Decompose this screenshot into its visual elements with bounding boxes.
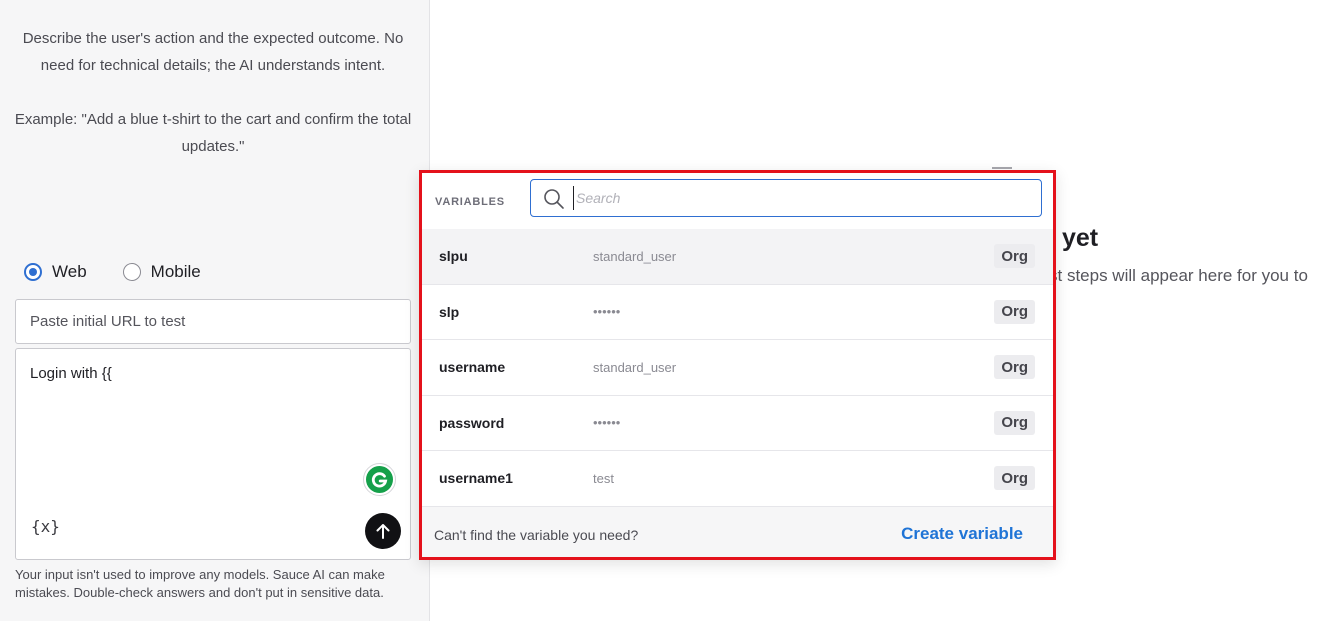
variable-search-input[interactable] xyxy=(573,186,1033,210)
variable-row-username1[interactable]: username1 test Org xyxy=(422,451,1053,507)
variables-list: slpu standard_user Org slp •••••• Org us… xyxy=(422,229,1053,507)
grammarly-icon[interactable] xyxy=(363,463,396,496)
variable-row-username[interactable]: username standard_user Org xyxy=(422,340,1053,396)
footer-hint: Can't find the variable you need? xyxy=(434,527,639,543)
left-panel: Describe the user's action and the expec… xyxy=(0,0,430,621)
variable-value: test xyxy=(593,470,614,486)
send-button[interactable] xyxy=(365,513,401,549)
radio-mobile[interactable] xyxy=(122,263,141,281)
platform-label-mobile: Mobile xyxy=(150,262,201,281)
platform-option-mobile[interactable]: Mobile xyxy=(122,262,201,282)
intro-line-2: Example: "Add a blue t-shirt to the cart… xyxy=(14,111,412,155)
intro-line-1: Describe the user's action and the expec… xyxy=(22,30,404,74)
initial-url-input[interactable] xyxy=(15,299,411,344)
variable-name: password xyxy=(439,414,505,431)
variable-value: standard_user xyxy=(593,359,677,375)
variable-name: slpu xyxy=(439,248,468,265)
variable-value: •••••• xyxy=(593,415,621,431)
platform-option-web[interactable]: Web xyxy=(24,262,87,282)
disclaimer-text: Your input isn't used to improve any mod… xyxy=(15,567,385,600)
variables-footer: Can't find the variable you need? Create… xyxy=(422,506,1053,557)
intro-text: Describe the user's action and the expec… xyxy=(12,25,414,160)
variable-row-password[interactable]: password •••••• Org xyxy=(422,396,1053,451)
variable-name: username xyxy=(439,359,506,376)
variable-value: standard_user xyxy=(593,248,677,264)
empty-state-description: st steps will appear here for you to xyxy=(1049,266,1308,285)
variable-scope-badge: Org xyxy=(994,466,1035,491)
arrow-up-icon xyxy=(376,524,390,539)
variable-scope-badge: Org xyxy=(994,355,1035,380)
variable-row-slpu[interactable]: slpu standard_user Org xyxy=(422,229,1053,285)
variables-header: VARIABLES xyxy=(422,173,1053,229)
search-icon xyxy=(544,189,564,209)
empty-state-heading: yet xyxy=(1062,224,1099,252)
create-variable-link[interactable]: Create variable xyxy=(901,524,1023,544)
insert-variable-button[interactable]: {x} xyxy=(31,517,60,536)
prompt-text[interactable]: Login with {{ xyxy=(30,365,112,382)
variable-name: username1 xyxy=(439,470,513,487)
variable-scope-badge: Org xyxy=(994,410,1035,435)
variables-dropdown: VARIABLES slpu standard_user Org slp •••… xyxy=(419,170,1056,560)
grammarly-logo xyxy=(366,466,393,493)
platform-selector: Web Mobile xyxy=(24,260,201,284)
variable-name: slp xyxy=(439,303,460,320)
platform-label-web: Web xyxy=(52,262,87,281)
prompt-input[interactable]: Login with {{ {x} xyxy=(15,348,411,560)
variable-row-slp[interactable]: slp •••••• Org xyxy=(422,285,1053,340)
radio-web[interactable] xyxy=(24,263,42,281)
variable-search-box[interactable] xyxy=(530,179,1042,217)
variable-scope-badge: Org xyxy=(994,244,1035,269)
variables-title: VARIABLES xyxy=(435,196,505,208)
variable-scope-badge: Org xyxy=(994,299,1035,324)
variable-value: •••••• xyxy=(593,304,621,320)
